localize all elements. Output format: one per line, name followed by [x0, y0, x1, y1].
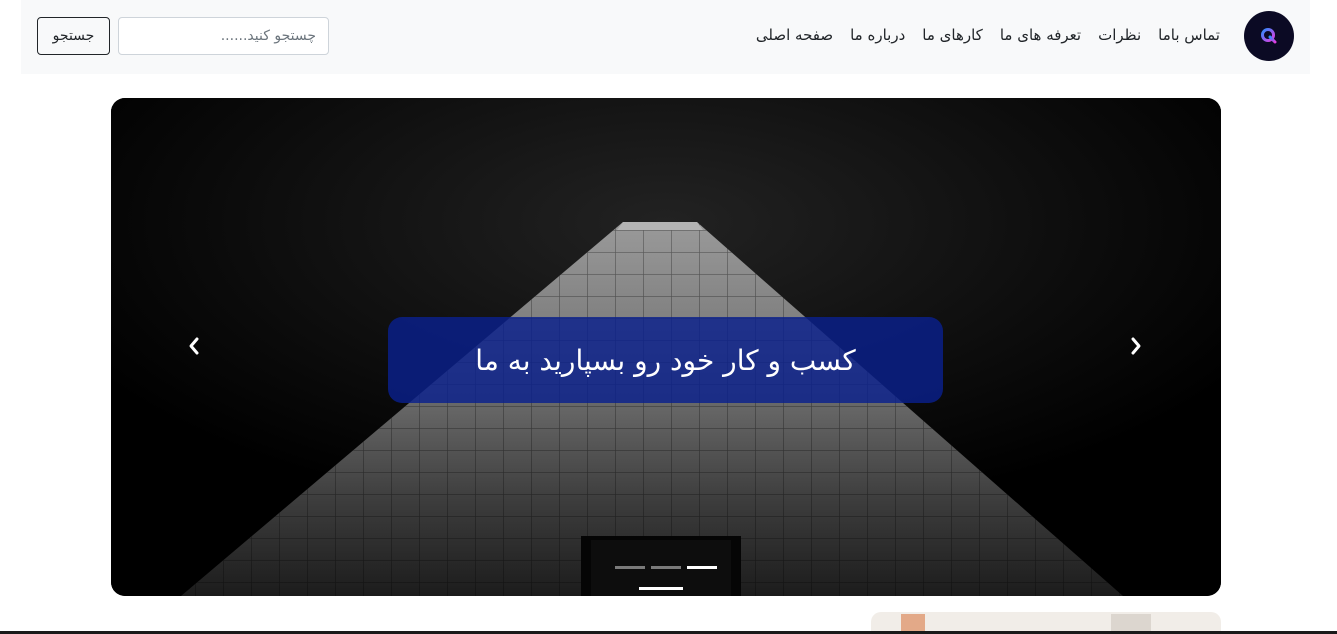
carousel-slide-marker: [639, 587, 683, 590]
chevron-left-icon: [189, 337, 199, 355]
nav-link-pricing[interactable]: تعرفه های ما: [1000, 24, 1081, 46]
nav-link-reviews[interactable]: نظرات: [1098, 24, 1141, 46]
logo[interactable]: [1244, 11, 1294, 61]
carousel-prev-button[interactable]: [179, 331, 209, 361]
nav-link-about[interactable]: درباره ما: [850, 24, 905, 46]
carousel-next-button[interactable]: [1121, 331, 1151, 361]
nav-link-contact[interactable]: تماس باما: [1158, 24, 1220, 46]
q-logo-icon: [1261, 28, 1277, 44]
carousel-indicator-2[interactable]: [651, 566, 681, 569]
carousel-indicators: [615, 566, 717, 569]
nav-links: صفحه اصلی درباره ما کارهای ما تعرفه های …: [756, 24, 1220, 46]
hero-carousel: کسب و کار خود رو بسپارید به ما: [111, 98, 1221, 596]
carousel-indicator-1[interactable]: [615, 566, 645, 569]
chevron-right-icon: [1131, 337, 1141, 355]
carousel-indicator-3[interactable]: [687, 566, 717, 569]
search-button[interactable]: جستجو: [37, 17, 110, 55]
navbar: صفحه اصلی درباره ما کارهای ما تعرفه های …: [21, 0, 1310, 74]
nav-link-home[interactable]: صفحه اصلی: [756, 24, 833, 46]
nav-link-works[interactable]: کارهای ما: [922, 24, 983, 46]
search-input[interactable]: [118, 17, 329, 55]
carousel-caption: کسب و کار خود رو بسپارید به ما: [388, 317, 943, 403]
carousel-caption-text: کسب و کار خود رو بسپارید به ما: [475, 343, 856, 377]
